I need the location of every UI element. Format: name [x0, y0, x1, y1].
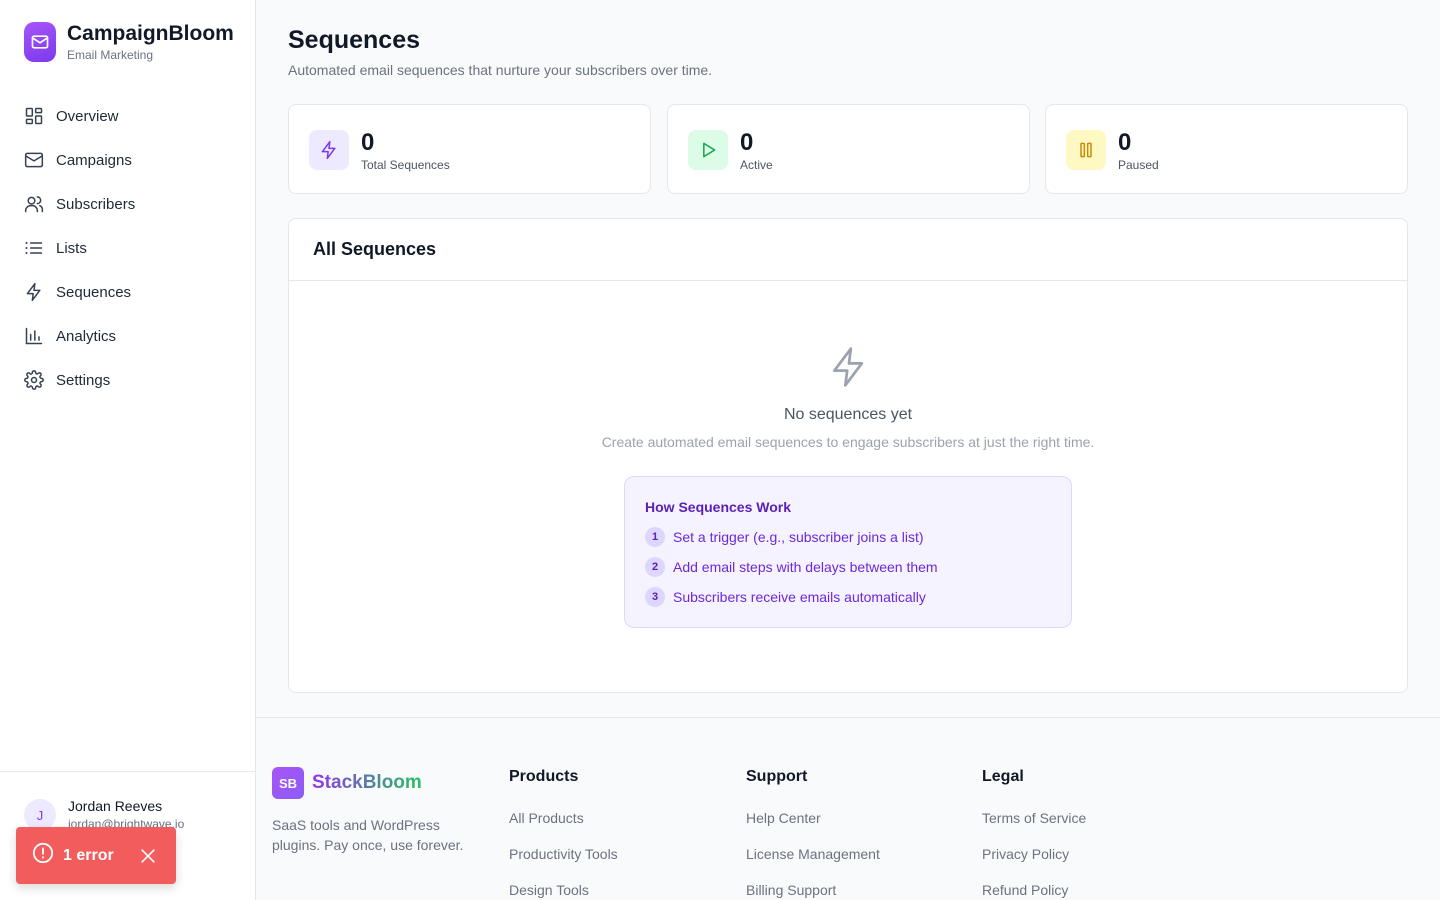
error-toast[interactable]: 1 error [16, 827, 176, 884]
footer-link[interactable]: Terms of Service [982, 810, 1086, 826]
step-text: Subscribers receive emails automatically [673, 589, 926, 605]
how-step: 2 Add email steps with delays between th… [645, 557, 938, 577]
sidebar-item-label: Subscribers [56, 195, 136, 213]
how-step: 1 Set a trigger (e.g., subscriber joins … [645, 527, 924, 547]
how-step: 3 Subscribers receive emails automatical… [645, 587, 926, 607]
sidebar-item-settings[interactable]: Settings [0, 358, 255, 402]
sequences-panel: All Sequences No sequences yet Create au… [288, 218, 1408, 693]
alert-circle-icon [32, 842, 54, 869]
step-number: 2 [645, 557, 665, 577]
step-text: Add email steps with delays between them [673, 559, 938, 575]
play-icon [688, 130, 728, 170]
stat-value: 0 [1118, 129, 1132, 156]
footer-column-title: Support [746, 768, 808, 785]
page-subtitle: Automated email sequences that nurture y… [288, 62, 713, 78]
footer-link[interactable]: Design Tools [509, 882, 589, 898]
gear-icon [24, 370, 44, 390]
sidebar-item-label: Settings [56, 371, 111, 389]
stat-card-paused: 0 Paused [1045, 104, 1408, 194]
sidebar-item-subscribers[interactable]: Subscribers [0, 182, 255, 226]
footer-brand-name: StackBloom [312, 772, 422, 793]
sidebar-item-label: Lists [56, 239, 87, 257]
footer: SB StackBloom SaaS tools and WordPress p… [256, 717, 1440, 900]
how-it-works-title: How Sequences Work [645, 499, 792, 515]
sidebar-item-campaigns[interactable]: Campaigns [0, 138, 255, 182]
user-name: Jordan Reeves [68, 798, 163, 814]
stat-label: Total Sequences [361, 158, 450, 172]
brand-name: CampaignBloom [67, 22, 234, 45]
close-icon[interactable] [138, 846, 158, 866]
footer-link[interactable]: Billing Support [746, 882, 836, 898]
footer-logo: SB [272, 767, 304, 799]
footer-column-title: Legal [982, 768, 1024, 785]
footer-link[interactable]: Privacy Policy [982, 846, 1069, 862]
footer-link[interactable]: All Products [509, 810, 584, 826]
zap-icon [309, 130, 349, 170]
footer-column-support: Support Help Center License Management B… [746, 768, 880, 898]
stat-card-total: 0 Total Sequences [288, 104, 651, 194]
footer-brand[interactable]: SB StackBloom [272, 767, 422, 799]
sidebar-item-sequences[interactable]: Sequences [0, 270, 255, 314]
sidebar-nav: Overview Campaigns Subscribers Lists Seq… [0, 94, 255, 402]
page-title: Sequences [288, 26, 421, 54]
users-icon [24, 194, 44, 214]
step-number: 1 [645, 527, 665, 547]
bar-chart-icon [24, 326, 44, 346]
stat-label: Active [740, 158, 773, 172]
sidebar-item-label: Overview [56, 107, 119, 125]
footer-link[interactable]: License Management [746, 846, 880, 862]
footer-description: SaaS tools and WordPress plugins. Pay on… [272, 817, 464, 853]
footer-column-title: Products [509, 768, 579, 785]
footer-link[interactable]: Help Center [746, 810, 821, 826]
panel-title: All Sequences [313, 239, 437, 259]
error-count: 1 error [63, 846, 114, 864]
sidebar-item-overview[interactable]: Overview [0, 94, 255, 138]
stat-value: 0 [740, 129, 754, 156]
stat-value: 0 [361, 129, 375, 156]
empty-state-title: No sequences yet [783, 406, 913, 423]
mail-icon [24, 150, 44, 170]
list-icon [24, 238, 44, 258]
how-it-works-box: How Sequences Work 1 Set a trigger (e.g.… [624, 476, 1072, 628]
sidebar-item-label: Campaigns [56, 151, 132, 169]
zap-icon [827, 345, 871, 389]
empty-state-subtitle: Create automated email sequences to enga… [601, 434, 1095, 450]
step-number: 3 [645, 587, 665, 607]
footer-link[interactable]: Refund Policy [982, 882, 1068, 898]
brand[interactable]: CampaignBloom Email Marketing [24, 22, 234, 62]
sidebar: CampaignBloom Email Marketing Overview C… [0, 0, 256, 900]
footer-column-products: Products All Products Productivity Tools… [509, 768, 618, 898]
pause-icon [1066, 130, 1106, 170]
panel-header: All Sequences [289, 219, 1407, 281]
stat-label: Paused [1118, 158, 1159, 172]
sidebar-item-label: Analytics [56, 327, 117, 345]
grid-icon [24, 106, 44, 126]
sidebar-item-analytics[interactable]: Analytics [0, 314, 255, 358]
brand-subtitle: Email Marketing [67, 48, 154, 62]
stat-card-active: 0 Active [667, 104, 1030, 194]
sidebar-item-label: Sequences [56, 283, 132, 301]
main-content: Sequences Automated email sequences that… [256, 0, 1440, 718]
sidebar-item-lists[interactable]: Lists [0, 226, 255, 270]
footer-column-legal: Legal Terms of Service Privacy Policy Re… [982, 768, 1086, 898]
footer-link[interactable]: Productivity Tools [509, 846, 618, 862]
step-text: Set a trigger (e.g., subscriber joins a … [673, 529, 924, 545]
brand-logo-mail-icon [24, 22, 56, 62]
zap-icon [24, 282, 44, 302]
